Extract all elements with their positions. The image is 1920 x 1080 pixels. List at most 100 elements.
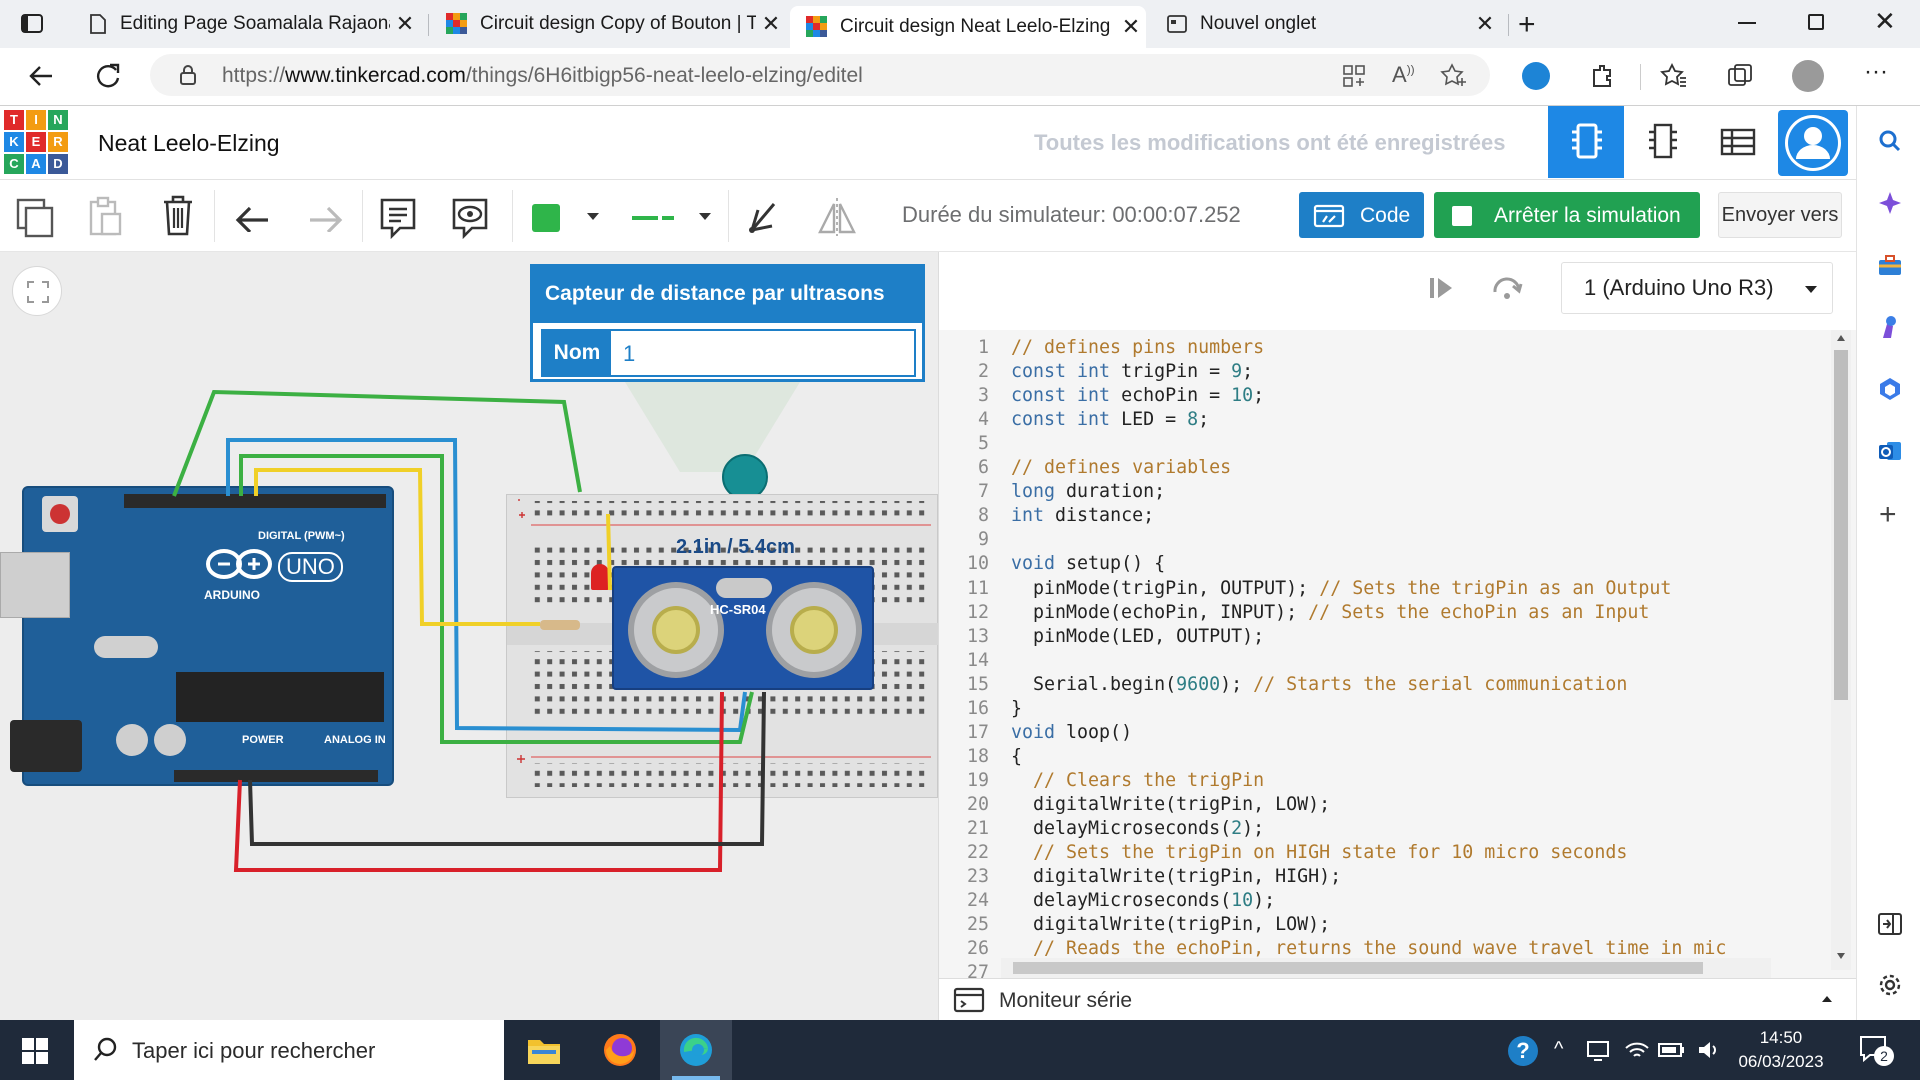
- battery-icon[interactable]: [1658, 1042, 1686, 1058]
- add-sidebar-app-icon[interactable]: +: [1879, 498, 1897, 532]
- firefox-icon[interactable]: [602, 1032, 638, 1068]
- taskbar-clock[interactable]: 14:50 06/03/2023: [1736, 1026, 1826, 1074]
- minimize-window-icon[interactable]: [1738, 22, 1756, 24]
- flip-icon[interactable]: [814, 196, 860, 238]
- close-window-icon[interactable]: ✕: [1874, 6, 1896, 37]
- undo-icon[interactable]: [234, 202, 274, 232]
- line-number: 21: [966, 818, 989, 839]
- volume-icon[interactable]: [1696, 1038, 1720, 1062]
- close-tab-icon[interactable]: ✕: [390, 11, 420, 37]
- new-tab-plus-icon[interactable]: +: [1518, 8, 1536, 42]
- schematic-view-button[interactable]: [1624, 106, 1700, 178]
- hide-sidebar-icon[interactable]: [1877, 912, 1903, 936]
- component-name-input[interactable]: 1: [623, 341, 635, 367]
- games-icon[interactable]: [1877, 314, 1903, 340]
- back-arrow-icon[interactable]: [26, 62, 56, 95]
- outlook-icon[interactable]: [1877, 438, 1903, 464]
- wifi-icon[interactable]: [1624, 1038, 1650, 1062]
- search-icon[interactable]: [1877, 128, 1903, 154]
- wire-style-picker[interactable]: [622, 198, 722, 238]
- rotate-icon[interactable]: [744, 196, 784, 238]
- copy-icon[interactable]: [16, 198, 56, 238]
- notification-center-button[interactable]: 2: [1858, 1034, 1898, 1068]
- tinkercad-logo[interactable]: T I N K E R C A D: [4, 110, 68, 174]
- redo-icon[interactable]: [304, 202, 344, 232]
- browser-tab-copy-of-bouton[interactable]: Circuit design Copy of Bouton | T ✕: [430, 4, 786, 44]
- tab-title: Editing Page Soamalala Rajaonar: [120, 13, 390, 34]
- line-number: 24: [966, 890, 989, 912]
- windows-taskbar: Taper ici pour rechercher ? ^ 14:50 06/0…: [0, 1020, 1920, 1080]
- ultrasonic-sensor-hc-sr04[interactable]: HC-SR04: [612, 566, 874, 690]
- browser-tab-new-tab[interactable]: Nouvel onglet ✕: [1150, 4, 1500, 44]
- add-favorite-icon[interactable]: [1440, 62, 1468, 88]
- code-line: 18 {: [939, 745, 1819, 769]
- serial-monitor-icon: [953, 987, 985, 1013]
- file-explorer-icon[interactable]: [526, 1034, 562, 1066]
- serial-monitor-bar[interactable]: Moniteur série: [939, 978, 1857, 1020]
- taskbar-search-box[interactable]: Taper ici pour rechercher: [74, 1020, 504, 1080]
- stop-simulation-button[interactable]: Arrêter la simulation: [1434, 192, 1700, 238]
- settings-gear-icon[interactable]: [1877, 972, 1903, 998]
- url-field[interactable]: https://www.tinkercad.com/things/6H6itbi…: [150, 54, 1490, 96]
- scroll-down-icon[interactable]: [1836, 952, 1846, 960]
- step-forward-icon[interactable]: [1427, 274, 1455, 302]
- user-avatar[interactable]: [1778, 110, 1848, 176]
- extensions-icon[interactable]: [1588, 62, 1616, 90]
- tab-actions-icon[interactable]: [20, 12, 46, 36]
- notes-visibility-icon[interactable]: [450, 196, 490, 240]
- browser-tab-editing-page[interactable]: Editing Page Soamalala Rajaonar ✕: [70, 4, 420, 44]
- stop-square-icon: [1452, 206, 1472, 226]
- code-editor[interactable]: 1 // defines pins numbers 2 const int trigP…: [939, 330, 1857, 978]
- reload-icon[interactable]: [94, 62, 122, 95]
- help-icon[interactable]: ?: [1508, 1036, 1538, 1066]
- component-list-button[interactable]: [1700, 106, 1776, 178]
- red-led[interactable]: [591, 564, 609, 590]
- code-button[interactable]: Code: [1299, 192, 1424, 238]
- fill-color-picker[interactable]: [530, 198, 606, 238]
- profile-avatar[interactable]: [1792, 60, 1824, 92]
- step-over-icon[interactable]: [1491, 274, 1523, 302]
- horizontal-scroll-thumb[interactable]: [1013, 962, 1703, 974]
- vertical-scroll-thumb[interactable]: [1834, 350, 1848, 700]
- editor-toolbar: Durée du simulateur: 00:00:07.252 Code A…: [0, 180, 1856, 252]
- browser-tab-neat-leelo-elzing[interactable]: Circuit design Neat Leelo-Elzing | ✕: [790, 6, 1146, 48]
- microsoft-365-icon[interactable]: [1877, 376, 1903, 402]
- circuit-view-button[interactable]: [1548, 106, 1624, 178]
- discover-sparkle-icon[interactable]: [1877, 190, 1903, 216]
- arduino-uno-board[interactable]: DIGITAL (PWM~) ARDUINO UNO POWER ANALOG …: [0, 486, 394, 786]
- capacitor: [154, 724, 186, 756]
- expand-panel-icon[interactable]: [1821, 995, 1833, 1003]
- tools-briefcase-icon[interactable]: [1877, 252, 1903, 278]
- search-icon: [94, 1037, 117, 1061]
- collections-icon[interactable]: [1726, 62, 1754, 90]
- display-icon[interactable]: [1586, 1040, 1610, 1062]
- reset-button[interactable]: [42, 496, 78, 532]
- hidden-icons-chevron-icon[interactable]: ^: [1554, 1038, 1563, 1061]
- edge-taskbar-button[interactable]: [660, 1020, 732, 1080]
- close-tab-icon[interactable]: ✕: [756, 11, 786, 37]
- browser-essentials-icon[interactable]: [1522, 62, 1550, 90]
- scroll-up-icon[interactable]: [1836, 334, 1846, 342]
- resistor[interactable]: [540, 620, 580, 630]
- apps-icon[interactable]: [1342, 64, 1366, 88]
- close-tab-icon[interactable]: ✕: [1116, 14, 1146, 40]
- favorites-icon[interactable]: [1660, 62, 1688, 90]
- notes-icon[interactable]: [378, 196, 418, 240]
- restore-window-icon[interactable]: [1808, 14, 1824, 30]
- project-title[interactable]: Neat Leelo-Elzing: [98, 130, 280, 157]
- close-tab-icon[interactable]: ✕: [1470, 11, 1500, 37]
- windows-start-icon[interactable]: [22, 1038, 48, 1064]
- lock-icon[interactable]: [178, 64, 198, 86]
- circuit-canvas[interactable]: DIGITAL (PWM~) ARDUINO UNO POWER ANALOG …: [0, 252, 938, 1020]
- delete-trash-icon[interactable]: [160, 194, 196, 238]
- send-to-button[interactable]: Envoyer vers: [1718, 192, 1842, 238]
- device-dropdown[interactable]: 1 (Arduino Uno R3): [1561, 262, 1833, 314]
- read-aloud-icon[interactable]: A)): [1392, 62, 1415, 88]
- url-text: https://www.tinkercad.com/things/6H6itbi…: [222, 64, 863, 87]
- paste-icon[interactable]: [88, 196, 124, 238]
- horizontal-scrollbar[interactable]: [1001, 958, 1771, 978]
- more-menu-icon[interactable]: ···: [1864, 58, 1888, 86]
- vertical-scrollbar[interactable]: [1831, 330, 1851, 970]
- line-number: 15: [966, 673, 989, 695]
- code-text: Serial.begin(9600); // Starts the serial…: [1011, 673, 1628, 695]
